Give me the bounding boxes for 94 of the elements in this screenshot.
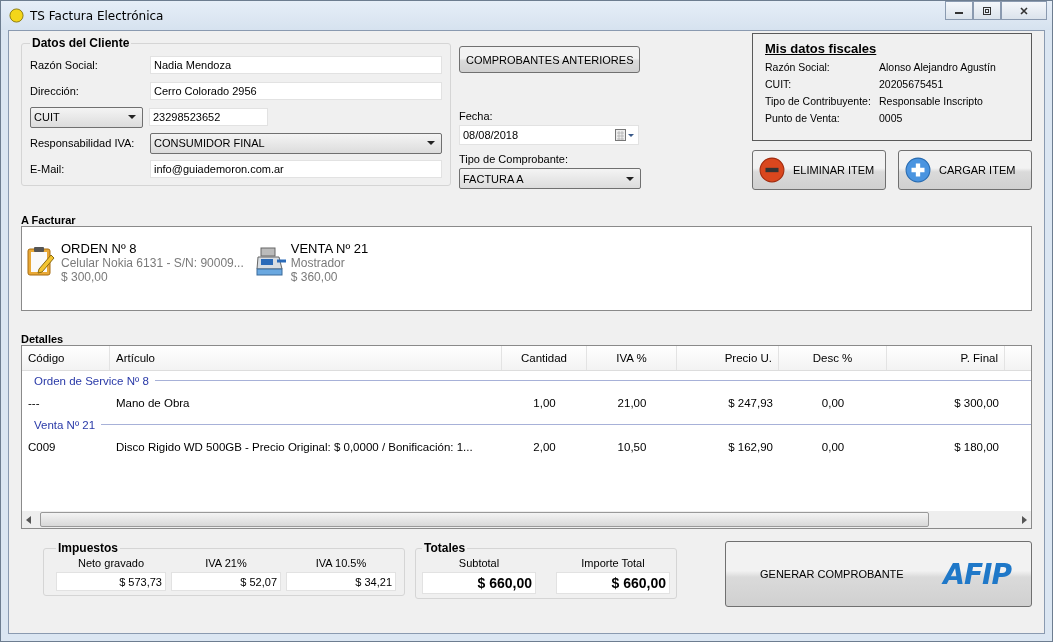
item-description: Celular Nokia 6131 - S/N: 90009... bbox=[61, 256, 244, 270]
table-cell-text: $ 247,93 bbox=[727, 396, 774, 409]
maximize-button[interactable] bbox=[973, 1, 1001, 20]
app-icon bbox=[9, 8, 24, 23]
table-cell-text: 0,00 bbox=[820, 396, 846, 409]
column-header[interactable]: P. Final bbox=[887, 346, 1005, 370]
column-header[interactable]: Código bbox=[22, 346, 110, 370]
caret-icon bbox=[128, 115, 136, 119]
panel-title: Mis datos fiscales bbox=[765, 41, 878, 56]
table-cell-text: 21,00 bbox=[616, 396, 648, 409]
table-cell-text: $ 180,00 bbox=[953, 440, 1000, 453]
field-label: Fecha: bbox=[459, 110, 493, 122]
invoice-item[interactable]: VENTA Nº 21 Mostrador $ 360,00 bbox=[251, 241, 369, 284]
table-cell-text: 2,00 bbox=[532, 440, 557, 453]
group-title: Datos del Cliente bbox=[31, 36, 131, 50]
generate-voucher-button[interactable]: GENERAR COMPROBANTE AFIP bbox=[725, 541, 1032, 607]
input-field[interactable]: 23298523652 bbox=[149, 108, 268, 126]
clipboard-icon bbox=[25, 245, 57, 277]
horizontal-scrollbar[interactable] bbox=[22, 511, 1031, 528]
field-label: IVA 21% bbox=[205, 557, 247, 569]
table-cell-text: Disco Rigido WD 500GB - Precio Original: $ 0,0000 / Bonificación: 1... bbox=[115, 440, 474, 453]
dropdown[interactable]: CONSUMIDOR FINAL bbox=[150, 132, 442, 154]
field-label: Importe Total bbox=[581, 557, 645, 569]
group-title: Impuestos bbox=[57, 541, 119, 555]
fiscal-label: Razón Social: bbox=[765, 61, 831, 73]
item-amount: $ 360,00 bbox=[290, 270, 339, 284]
document-type-dropdown[interactable]: CUIT bbox=[30, 106, 143, 128]
column-header[interactable]: Cantidad bbox=[502, 346, 587, 370]
table-cell-text: $ 300,00 bbox=[953, 396, 1000, 409]
field-label: Dirección: bbox=[30, 85, 80, 97]
table-cell-text: 0,00 bbox=[820, 440, 846, 453]
minimize-icon bbox=[955, 12, 963, 14]
close-button[interactable] bbox=[1001, 1, 1047, 20]
previous-vouchers-button[interactable]: COMPROBANTES ANTERIORES bbox=[459, 46, 641, 73]
remove-item-button[interactable]: ELIMINAR ITEM bbox=[752, 150, 886, 190]
invoice-item[interactable]: ORDEN Nº 8 Celular Nokia 6131 - S/N: 90009... $ 300,00 bbox=[22, 241, 244, 284]
table-cell-text: C009 bbox=[27, 440, 57, 453]
plus-icon bbox=[905, 157, 931, 183]
date-picker[interactable]: 08/08/2018 bbox=[459, 125, 639, 145]
scroll-left-icon bbox=[26, 515, 32, 524]
input-field[interactable]: Cerro Colorado 2956 bbox=[150, 82, 442, 100]
column-header[interactable]: Artículo bbox=[110, 346, 502, 370]
table-cell-text: Mano de Obra bbox=[115, 396, 191, 409]
item-amount: $ 300,00 bbox=[61, 270, 109, 284]
restore-icon bbox=[982, 5, 992, 16]
field-label: Tipo de Comprobante: bbox=[459, 153, 569, 165]
add-item-button[interactable]: CARGAR ITEM bbox=[898, 150, 1032, 190]
item-title: ORDEN Nº 8 bbox=[61, 241, 138, 256]
input-field[interactable]: $ 660,00 bbox=[422, 572, 536, 594]
caret-icon bbox=[427, 141, 435, 145]
table-cell-text: 1,00 bbox=[532, 396, 557, 409]
column-header[interactable]: Precio U. bbox=[677, 346, 779, 370]
column-header[interactable]: IVA % bbox=[587, 346, 677, 370]
field-label: Subtotal bbox=[458, 557, 500, 569]
fiscal-label: CUIT: bbox=[765, 78, 793, 90]
input-field[interactable]: $ 34,21 bbox=[286, 572, 396, 591]
fiscal-value: 20205675451 bbox=[879, 78, 945, 90]
caret-icon bbox=[626, 176, 634, 181]
fiscal-label: Tipo de Contribuyente: bbox=[765, 95, 872, 107]
column-header[interactable]: Desc % bbox=[779, 346, 887, 370]
minus-icon bbox=[759, 157, 785, 183]
minimize-button[interactable] bbox=[945, 1, 973, 20]
fiscal-value: 0005 bbox=[879, 112, 904, 124]
input-field[interactable]: $ 573,73 bbox=[56, 572, 166, 591]
item-title: VENTA Nº 21 bbox=[290, 241, 369, 256]
input-field[interactable]: Nadia Mendoza bbox=[150, 56, 442, 74]
section-title: Detalles bbox=[21, 333, 65, 345]
section-title: A Facturar bbox=[21, 214, 77, 226]
close-icon bbox=[1019, 5, 1029, 16]
cash-register-icon bbox=[254, 245, 287, 277]
group-title: Totales bbox=[423, 541, 467, 555]
fiscal-value: Responsable Inscripto bbox=[879, 95, 984, 107]
field-label: Responsabilidad IVA: bbox=[30, 137, 136, 149]
fiscal-label: Punto de Venta: bbox=[765, 112, 841, 124]
item-description: Mostrador bbox=[290, 256, 346, 270]
group-header: Orden de Service Nº 8 bbox=[34, 374, 149, 387]
table-cell-text: 10,50 bbox=[616, 440, 648, 453]
table-cell-text: --- bbox=[27, 396, 41, 409]
dropdown[interactable]: FACTURA A bbox=[459, 168, 641, 189]
input-field[interactable]: info@guiademoron.com.ar bbox=[150, 160, 442, 178]
input-field[interactable]: $ 660,00 bbox=[556, 572, 670, 594]
field-label: Razón Social: bbox=[30, 59, 99, 71]
fiscal-value: Alonso Alejandro Agustín bbox=[879, 61, 997, 73]
logo: AFIP bbox=[943, 557, 1011, 591]
calendar-icon bbox=[615, 129, 635, 141]
window-title: TS Factura Electrónica bbox=[30, 8, 164, 23]
field-label: Neto gravado bbox=[77, 557, 144, 569]
group-header: Venta Nº 21 bbox=[34, 418, 96, 431]
input-field[interactable]: $ 52,07 bbox=[171, 572, 281, 591]
field-label: E-Mail: bbox=[30, 163, 66, 175]
table-cell-text: $ 162,90 bbox=[727, 440, 774, 453]
scroll-right-icon bbox=[1021, 515, 1027, 524]
scrollbar-thumb[interactable] bbox=[40, 512, 929, 527]
field-label: IVA 10.5% bbox=[315, 557, 367, 569]
